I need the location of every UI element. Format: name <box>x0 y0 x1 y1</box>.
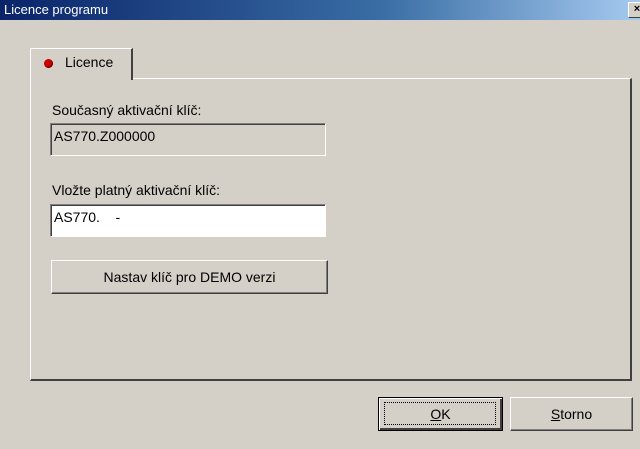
cancel-button[interactable]: Storno <box>510 397 633 431</box>
red-dot-icon <box>44 59 53 68</box>
current-key-label: Současný aktivační klíč: <box>52 102 202 118</box>
demo-key-button-label: Nastav klíč pro DEMO verzi <box>103 269 276 285</box>
title-bar: Licence programu × <box>0 0 640 20</box>
new-key-label: Vložte platný aktivační klíč: <box>52 182 221 198</box>
cancel-button-label: Storno <box>550 406 593 422</box>
licence-dialog: Licence programu × Licence Současný akti… <box>0 0 640 449</box>
current-key-field: AS770.Z000000 <box>50 123 326 156</box>
tab-label: Licence <box>65 54 114 70</box>
close-icon[interactable]: × <box>628 2 640 18</box>
demo-key-button[interactable]: Nastav klíč pro DEMO verzi <box>51 260 328 294</box>
ok-button-label: OK <box>430 406 451 422</box>
tab-licence[interactable]: Licence <box>30 48 133 80</box>
window-title: Licence programu <box>4 2 109 17</box>
new-key-input[interactable]: AS770. - <box>50 204 326 237</box>
ok-button[interactable]: OK <box>378 397 503 431</box>
